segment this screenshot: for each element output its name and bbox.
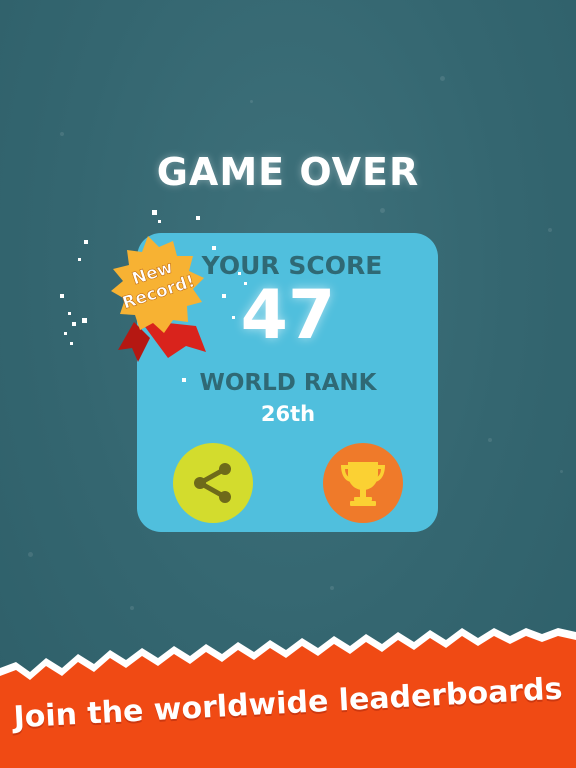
confetti — [72, 322, 76, 326]
background-particle — [488, 438, 492, 442]
confetti — [78, 258, 81, 261]
confetti — [244, 282, 247, 285]
share-icon — [194, 463, 231, 503]
game-over-title: GAME OVER — [156, 150, 420, 194]
confetti — [232, 316, 235, 319]
confetti — [152, 210, 157, 215]
background-particle — [60, 132, 64, 136]
trophy-icon — [341, 462, 385, 506]
background-particle — [28, 552, 33, 557]
confetti — [212, 246, 216, 250]
background-particle — [330, 586, 334, 590]
confetti — [64, 332, 67, 335]
confetti — [196, 216, 200, 220]
confetti — [238, 272, 241, 275]
confetti — [68, 312, 71, 315]
leaderboard-button[interactable] — [323, 443, 403, 523]
confetti — [82, 318, 87, 323]
new-record-badge: New Record! — [111, 236, 206, 362]
share-button[interactable] — [173, 443, 253, 523]
confetti — [182, 378, 186, 382]
world-rank-value: 26th — [260, 402, 316, 426]
background-particle — [560, 470, 563, 473]
confetti — [70, 342, 73, 345]
background-particle — [250, 100, 253, 103]
score-value: 47 — [240, 276, 336, 355]
confetti — [158, 220, 161, 223]
world-rank-label: WORLD RANK — [199, 370, 377, 396]
background-particle — [380, 208, 385, 213]
background-particle — [440, 76, 445, 81]
background-particle — [130, 606, 134, 610]
confetti — [222, 294, 226, 298]
confetti — [84, 240, 88, 244]
background-particle — [548, 228, 552, 232]
confetti — [60, 294, 64, 298]
